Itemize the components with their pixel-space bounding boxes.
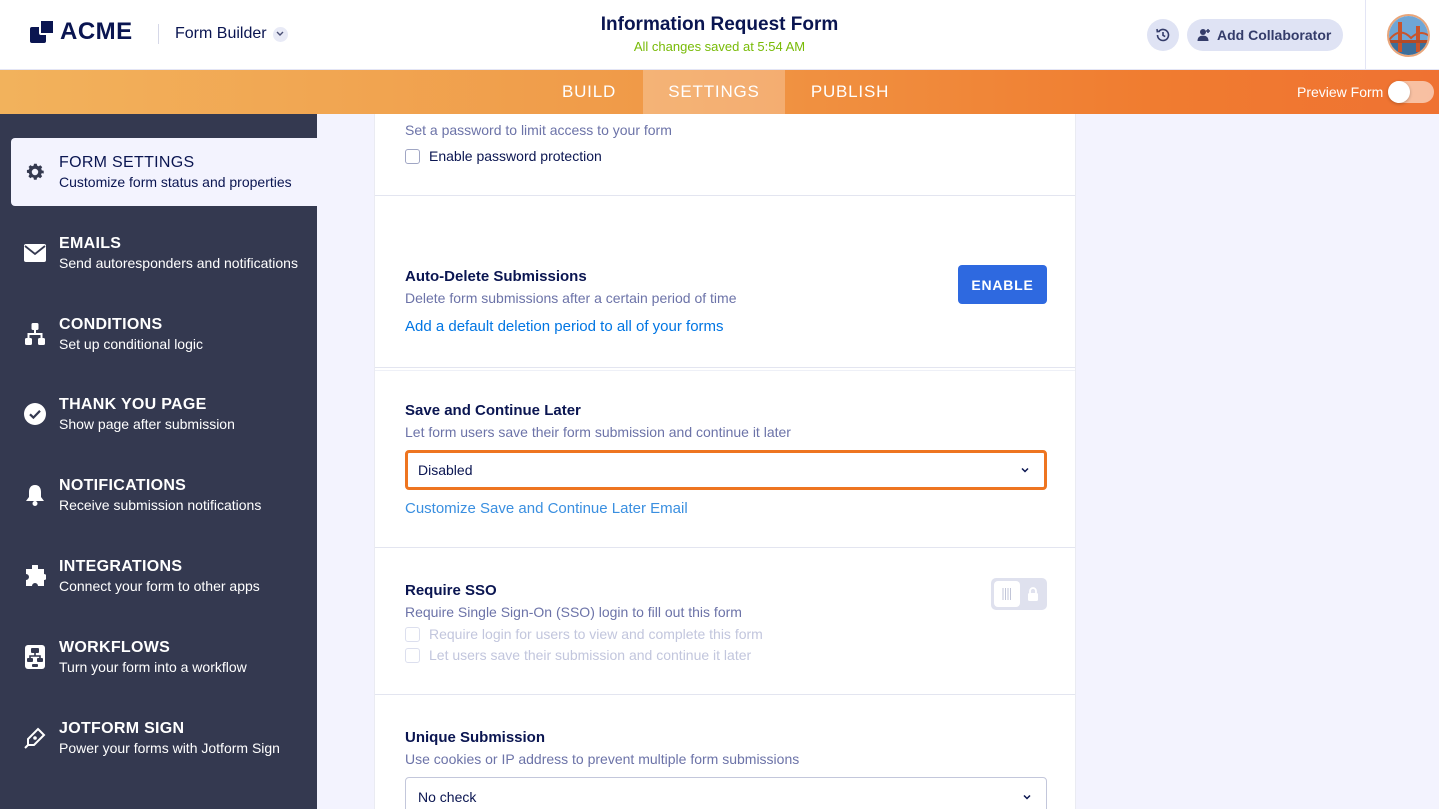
preview-form-toggle[interactable] [1388,81,1434,103]
settings-sidebar: FORM SETTINGS Customize form status and … [0,114,317,809]
sidebar-item-subtitle: Show page after submission [59,416,235,432]
sidebar-item-integrations[interactable]: INTEGRATIONS Connect your form to other … [11,542,317,610]
user-plus-icon [1197,28,1211,42]
hierarchy-icon [11,323,59,345]
sidebar-item-title: EMAILS [59,235,122,252]
password-description: Set a password to limit access to your f… [405,122,672,138]
default-deletion-link[interactable]: Add a default deletion period to all of … [405,318,724,335]
auto-delete-description: Delete form submissions after a certain … [405,290,737,306]
password-protection-checkbox[interactable]: Enable password protection [405,148,602,164]
sidebar-item-title: JOTFORM SIGN [59,720,185,737]
checkbox-box[interactable] [405,148,420,164]
add-collaborator-button[interactable]: Add Collaborator [1187,19,1344,51]
save-continue-selected: Disabled [418,462,473,478]
avatar[interactable] [1387,14,1430,57]
unique-submission-description: Use cookies or IP address to prevent mul… [405,751,800,767]
sidebar-item-jotform-sign[interactable]: JOTFORM SIGN Power your forms with Jotfo… [11,704,317,772]
check-circle-icon [11,403,59,425]
chevron-down-icon [1023,794,1031,800]
sidebar-item-workflows[interactable]: WORKFLOWS Turn your form into a workflow [11,623,317,691]
sidebar-item-subtitle: Turn your form into a workflow [59,659,247,675]
checkbox-box[interactable] [405,647,420,663]
section-divider [375,547,1075,548]
sidebar-item-title: NOTIFICATIONS [59,477,187,494]
tab-publish[interactable]: PUBLISH [789,70,911,114]
password-checkbox-label: Enable password protection [429,148,602,164]
sso-require-login-checkbox[interactable]: Require login for users to view and comp… [405,626,763,642]
sidebar-item-subtitle: Send autoresponders and notifications [59,255,298,271]
sso-title: Require SSO [405,582,497,599]
sso-option-label: Require login for users to view and comp… [429,626,763,642]
sso-option-label: Let users save their submission and cont… [429,647,752,663]
sidebar-item-subtitle: Set up conditional logic [59,336,203,352]
unique-submission-select[interactable]: No check [405,777,1047,809]
section-divider [375,195,1075,196]
sidebar-item-subtitle: Power your forms with Jotform Sign [59,740,280,756]
puzzle-icon [11,565,59,587]
auto-delete-title: Auto-Delete Submissions [405,268,587,285]
sidebar-item-title: INTEGRATIONS [59,558,183,575]
save-continue-title: Save and Continue Later [405,402,581,419]
bell-icon [11,484,59,506]
customize-email-link[interactable]: Customize Save and Continue Later Email [405,500,688,517]
top-header: ACME Form Builder Information Request Fo… [0,0,1439,70]
add-collaborator-label: Add Collaborator [1217,27,1332,43]
sso-toggle[interactable] [991,578,1047,610]
save-continue-description: Let form users save their form submissio… [405,424,791,440]
sidebar-item-title: FORM SETTINGS [59,154,195,171]
builder-nav: BUILD SETTINGS PUBLISH Preview Form [0,70,1439,114]
sidebar-item-title: THANK YOU PAGE [59,396,207,413]
section-divider [375,367,1075,368]
tab-settings[interactable]: SETTINGS [643,70,785,114]
workflow-icon [11,645,59,669]
auto-delete-enable-button[interactable]: ENABLE [958,265,1047,304]
gear-icon [11,161,59,183]
sidebar-item-subtitle: Connect your form to other apps [59,578,260,594]
history-button[interactable] [1147,19,1179,51]
sidebar-item-notifications[interactable]: NOTIFICATIONS Receive submission notific… [11,461,317,529]
history-icon [1156,28,1170,42]
sidebar-item-title: WORKFLOWS [59,639,171,656]
pen-icon [11,727,59,749]
unique-submission-title: Unique Submission [405,729,546,746]
section-divider [375,370,1075,371]
sidebar-item-thank-you-page[interactable]: THANK YOU PAGE Show page after submissio… [11,380,317,448]
save-continue-select[interactable]: Disabled [405,450,1047,490]
envelope-icon [11,244,59,262]
checkbox-box[interactable] [405,626,420,642]
toggle-knob [1388,81,1410,103]
sidebar-item-subtitle: Customize form status and properties [59,174,292,190]
sso-save-continue-checkbox[interactable]: Let users save their submission and cont… [405,647,751,663]
sidebar-item-emails[interactable]: EMAILS Send autoresponders and notificat… [11,219,317,287]
sso-description: Require Single Sign-On (SSO) login to fi… [405,604,742,620]
settings-panel: Set a password to limit access to your f… [374,114,1076,809]
sidebar-item-subtitle: Receive submission notifications [59,497,262,513]
sidebar-item-conditions[interactable]: CONDITIONS Set up conditional logic [11,300,317,368]
preview-form-label: Preview Form [1297,84,1384,100]
toggle-knob [994,581,1020,607]
lock-icon [1028,587,1038,601]
header-separator [1365,0,1366,70]
sidebar-item-title: CONDITIONS [59,316,163,333]
sidebar-item-form-settings[interactable]: FORM SETTINGS Customize form status and … [11,138,317,206]
section-divider [375,694,1075,695]
chevron-down-icon [1021,467,1029,473]
tab-build[interactable]: BUILD [538,70,640,114]
unique-submission-selected: No check [418,789,477,805]
